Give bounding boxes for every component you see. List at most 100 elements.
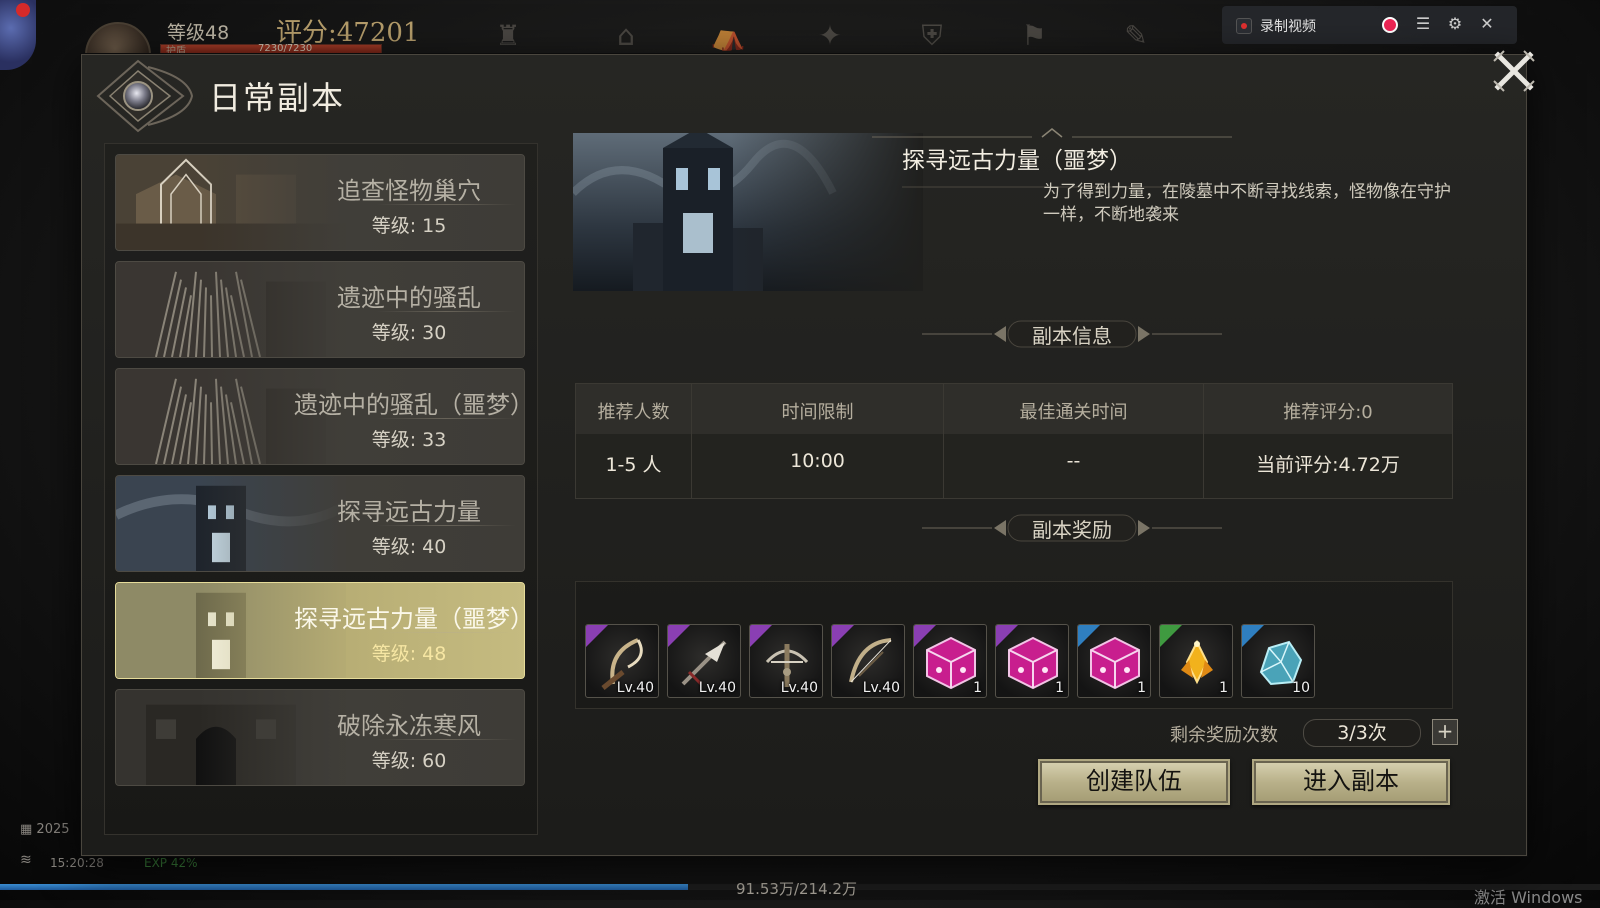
record-button[interactable] bbox=[1382, 17, 1398, 33]
remaining-rewards-value: 3/3次 bbox=[1303, 719, 1421, 747]
reward-quantity: 10 bbox=[1292, 680, 1310, 696]
dungeon-level: 等级: 40 bbox=[371, 536, 447, 558]
table-column: 时间限制 10:00 bbox=[692, 384, 944, 498]
table-header-cell: 推荐评分:0 bbox=[1283, 402, 1373, 423]
reward-item-slot[interactable]: 1 bbox=[1077, 624, 1151, 698]
dungeon-level: 等级: 60 bbox=[371, 750, 447, 772]
calendar-icon: ▦ bbox=[20, 822, 37, 837]
enter-dungeon-button[interactable]: 进入副本 bbox=[1252, 759, 1450, 805]
table-column: 推荐评分:0 当前评分:4.72万 bbox=[1204, 384, 1452, 498]
quest-icon[interactable]: ✎ bbox=[1114, 18, 1158, 54]
reward-quantity: Lv.40 bbox=[862, 680, 900, 696]
info-section-label: 副本信息 bbox=[1032, 324, 1112, 348]
shop-icon[interactable]: ⌂ bbox=[604, 18, 648, 54]
reward-item-slot[interactable]: Lv.40 bbox=[749, 624, 823, 698]
reward-item-slot[interactable]: 1 bbox=[1159, 624, 1233, 698]
reward-quantity: Lv.40 bbox=[616, 680, 654, 696]
rarity-corner bbox=[750, 625, 772, 647]
player-level: 等级48 bbox=[167, 22, 230, 44]
dungeon-level: 等级: 33 bbox=[371, 429, 447, 451]
event-icon[interactable]: ✦ bbox=[808, 18, 852, 54]
dungeon-list-item[interactable]: 遗迹中的骚乱等级: 30 bbox=[115, 261, 525, 358]
castle-icon[interactable]: ♜ bbox=[486, 18, 530, 54]
dungeon-list-item[interactable]: 探寻远古力量等级: 40 bbox=[115, 475, 525, 572]
reward-quantity: 1 bbox=[1055, 680, 1064, 696]
reward-quantity: Lv.40 bbox=[780, 680, 818, 696]
wifi-icon: ≋ bbox=[20, 852, 32, 868]
dungeon-list-item[interactable]: 遗迹中的骚乱（噩梦） 等级: 33 bbox=[115, 368, 525, 465]
reward-item-slot[interactable]: 1 bbox=[913, 624, 987, 698]
rarity-corner bbox=[914, 625, 936, 647]
clock-time: 15:20:28 bbox=[50, 856, 104, 870]
table-cell: 10:00 bbox=[790, 450, 845, 472]
dungeon-name: 遗迹中的骚乱 bbox=[337, 284, 481, 312]
reward-section-label: 副本奖励 bbox=[1032, 518, 1112, 542]
video-camera-icon bbox=[1236, 18, 1252, 34]
date-text: 2025 bbox=[36, 822, 70, 837]
dialog-header: 日常副本 bbox=[82, 50, 1535, 135]
screen-recorder-bar: 录制视频 ☰ ⚙ ✕ bbox=[1222, 6, 1517, 44]
map-icon[interactable]: ⚑ bbox=[1012, 18, 1056, 54]
create-team-button[interactable]: 创建队伍 bbox=[1038, 759, 1230, 805]
recorder-close-icon[interactable]: ✕ bbox=[1476, 14, 1498, 33]
table-cell: 1-5 人 bbox=[605, 454, 662, 476]
add-attempts-button[interactable]: + bbox=[1432, 719, 1458, 745]
rarity-corner bbox=[1242, 625, 1264, 647]
reward-item-slot[interactable]: Lv.40 bbox=[667, 624, 741, 698]
dungeon-detail-title: 探寻远古力量（噩梦） bbox=[902, 148, 1132, 174]
dungeon-list-item[interactable]: 追查怪物巢穴 等级: 15 bbox=[115, 154, 525, 251]
record-video-label[interactable]: 录制视频 bbox=[1260, 16, 1316, 36]
rarity-corner bbox=[1078, 625, 1100, 647]
dungeon-list-item[interactable]: 探寻远古力量（噩梦） 等级: 48 bbox=[115, 582, 525, 679]
notification-dot bbox=[16, 3, 30, 17]
reward-panel: Lv.40 Lv.40 Lv.40 Lv.40 1 1 1 1 10 bbox=[575, 581, 1453, 709]
rarity-corner bbox=[586, 625, 608, 647]
table-cell: 当前评分:4.72万 bbox=[1256, 454, 1400, 476]
reward-quantity: 1 bbox=[973, 680, 982, 696]
reward-quantity: 1 bbox=[1137, 680, 1146, 696]
dungeon-level: 等级: 48 bbox=[371, 643, 447, 665]
reward-item-slot[interactable]: 10 bbox=[1241, 624, 1315, 698]
rarity-corner bbox=[832, 625, 854, 647]
exp-bar-fill bbox=[0, 884, 688, 890]
table-cell: -- bbox=[1066, 450, 1081, 472]
reward-item-slot[interactable]: 1 bbox=[995, 624, 1069, 698]
calendar-date: ▦ 2025 bbox=[20, 822, 70, 837]
table-header-cell: 推荐人数 bbox=[597, 402, 670, 423]
exp-value: 91.53万/214.2万 bbox=[736, 880, 857, 898]
reward-quantity: Lv.40 bbox=[698, 680, 736, 696]
dialog-title: 日常副本 bbox=[209, 79, 346, 117]
dungeon-description: 为了得到力量，在陵墓中不断寻找线索，怪物像在守护一样，不断地袭来 bbox=[1043, 182, 1451, 225]
dungeon-name: 探寻远古力量（噩梦） bbox=[294, 605, 525, 633]
reward-item-slot[interactable]: Lv.40 bbox=[585, 624, 659, 698]
table-header-cell: 时间限制 bbox=[781, 402, 854, 423]
guild-icon[interactable]: ⛨ bbox=[910, 18, 954, 54]
table-column: 最佳通关时间 -- bbox=[944, 384, 1204, 498]
dungeon-name: 破除永冻寒风 bbox=[337, 712, 481, 740]
dungeon-list-item[interactable]: 破除永冻寒风等级: 60 bbox=[115, 689, 525, 786]
rarity-corner bbox=[996, 625, 1018, 647]
windows-activation-watermark: 激活 Windows bbox=[1474, 888, 1583, 907]
exp-percent: EXP 42% bbox=[144, 856, 198, 870]
close-icon[interactable] bbox=[1490, 47, 1538, 95]
rarity-corner bbox=[668, 625, 690, 647]
table-column: 推荐人数 1-5 人 bbox=[576, 384, 692, 498]
settings-gear-icon[interactable]: ⚙ bbox=[1444, 14, 1466, 33]
dungeon-emblem-icon bbox=[96, 59, 194, 133]
reward-quantity: 1 bbox=[1219, 680, 1228, 696]
dungeon-level: 等级: 15 bbox=[371, 215, 447, 237]
daily-dungeon-dialog: 日常副本 追查怪物巢穴 等级: 15 遗迹中的骚乱等级: 30 遗迹中的骚乱（噩梦） 等… bbox=[81, 50, 1535, 856]
dungeon-info-table: 推荐人数 1-5 人 时间限制 10:00 最佳通关时间 -- 推荐评分:0 当… bbox=[575, 383, 1453, 499]
table-header-cell: 最佳通关时间 bbox=[1019, 402, 1128, 423]
reward-section-header: 副本奖励 bbox=[922, 511, 1222, 545]
info-section-header: 副本信息 bbox=[922, 317, 1222, 351]
tent-icon[interactable]: ⛺ bbox=[706, 18, 750, 54]
list-icon[interactable]: ☰ bbox=[1412, 14, 1434, 33]
hp-text: 7230/7230 bbox=[258, 43, 313, 54]
dungeon-level: 等级: 30 bbox=[371, 322, 447, 344]
remaining-rewards-label: 剩余奖励次数 bbox=[1170, 725, 1278, 746]
event-badge-icon[interactable] bbox=[0, 0, 36, 70]
reward-item-slot[interactable]: Lv.40 bbox=[831, 624, 905, 698]
rarity-corner bbox=[1160, 625, 1182, 647]
dungeon-name: 探寻远古力量 bbox=[337, 498, 481, 526]
